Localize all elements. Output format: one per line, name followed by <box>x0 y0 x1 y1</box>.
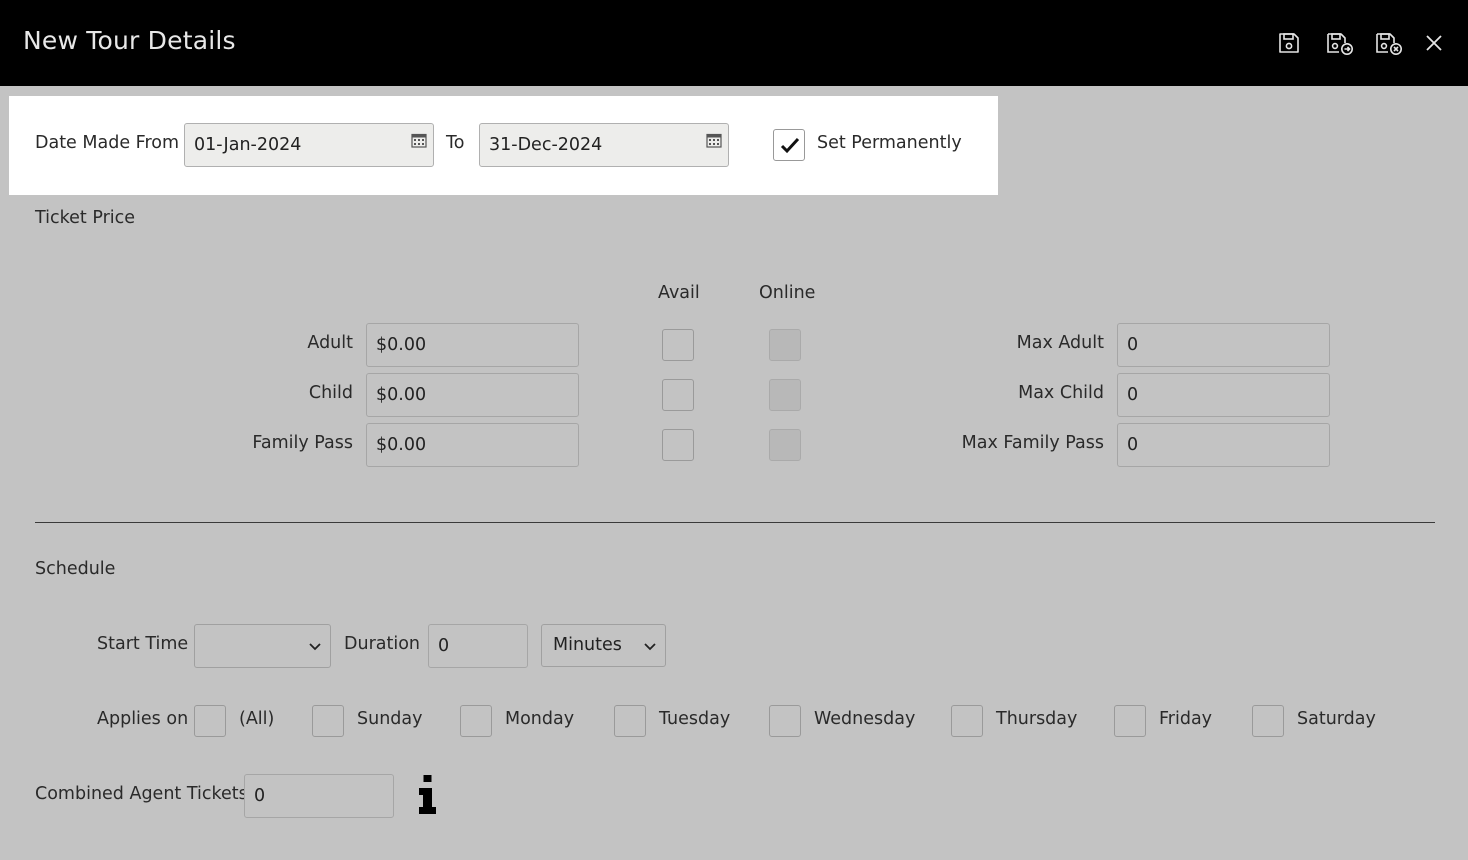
duration-label: Duration <box>344 634 421 654</box>
max-family-pass-input[interactable]: 0 <box>1117 423 1330 467</box>
max-child-label: Max Child <box>1018 383 1104 403</box>
date-to-value: 31-Dec-2024 <box>489 135 603 155</box>
calendar-icon[interactable] <box>411 132 427 148</box>
day-saturday-checkbox[interactable] <box>1252 705 1284 737</box>
day-monday-label: Monday <box>505 709 575 729</box>
adult-label: Adult <box>307 333 353 353</box>
duration-value: 0 <box>438 636 450 656</box>
save-icon[interactable] <box>1274 28 1304 58</box>
family-pass-price-value: $0.00 <box>376 435 427 455</box>
max-family-pass-value: 0 <box>1127 435 1139 455</box>
max-child-value: 0 <box>1127 385 1139 405</box>
checkmark-icon <box>780 137 800 154</box>
duration-input[interactable]: 0 <box>428 624 528 668</box>
max-adult-label: Max Adult <box>1016 333 1104 353</box>
day-saturday-label: Saturday <box>1297 709 1376 729</box>
duration-unit-select[interactable]: Minutes <box>541 624 666 667</box>
set-permanently-label: Set Permanently <box>817 133 962 153</box>
start-time-select[interactable] <box>194 624 331 668</box>
day-friday-checkbox[interactable] <box>1114 705 1146 737</box>
day-monday-checkbox[interactable] <box>460 705 492 737</box>
day-sunday-label: Sunday <box>357 709 423 729</box>
adult-price-input[interactable]: $0.00 <box>366 323 579 367</box>
child-label: Child <box>308 383 353 403</box>
combined-agent-tickets-value: 0 <box>254 786 266 806</box>
family-pass-label: Family Pass <box>252 433 353 453</box>
family-pass-online-checkbox[interactable] <box>769 429 801 461</box>
day-all-checkbox[interactable] <box>194 705 226 737</box>
online-column-header: Online <box>759 283 816 303</box>
max-family-pass-label: Max Family Pass <box>961 433 1104 453</box>
day-thursday-checkbox[interactable] <box>951 705 983 737</box>
day-tuesday-checkbox[interactable] <box>614 705 646 737</box>
day-wednesday-label: Wednesday <box>814 709 916 729</box>
applies-on-label: Applies on <box>97 709 189 729</box>
day-sunday-checkbox[interactable] <box>312 705 344 737</box>
max-child-input[interactable]: 0 <box>1117 373 1330 417</box>
child-price-input[interactable]: $0.00 <box>366 373 579 417</box>
window-title: New Tour Details <box>23 26 236 55</box>
calendar-icon[interactable] <box>706 132 722 148</box>
info-icon[interactable] <box>416 775 440 815</box>
set-permanently-checkbox[interactable] <box>773 129 805 161</box>
duration-unit-value: Minutes <box>553 635 622 655</box>
close-icon[interactable] <box>1419 28 1449 58</box>
day-wednesday-checkbox[interactable] <box>769 705 801 737</box>
combined-agent-tickets-input[interactable]: 0 <box>244 774 394 818</box>
date-made-from-label: Date Made From <box>35 133 180 153</box>
title-bar: New Tour Details <box>0 0 1468 86</box>
ticket-price-heading: Ticket Price <box>35 208 136 228</box>
start-time-label: Start Time <box>97 634 189 654</box>
child-online-checkbox[interactable] <box>769 379 801 411</box>
date-from-value: 01-Jan-2024 <box>194 135 302 155</box>
chevron-down-icon <box>309 643 321 651</box>
adult-avail-checkbox[interactable] <box>662 329 694 361</box>
child-price-value: $0.00 <box>376 385 427 405</box>
adult-price-value: $0.00 <box>376 335 427 355</box>
date-to-input[interactable]: 31-Dec-2024 <box>479 123 729 167</box>
day-all-label: (All) <box>239 709 275 729</box>
section-divider <box>35 522 1435 523</box>
max-adult-value: 0 <box>1127 335 1139 355</box>
family-pass-avail-checkbox[interactable] <box>662 429 694 461</box>
family-pass-price-input[interactable]: $0.00 <box>366 423 579 467</box>
day-thursday-label: Thursday <box>996 709 1078 729</box>
schedule-heading: Schedule <box>35 559 116 579</box>
combined-agent-tickets-label: Combined Agent Tickets <box>35 784 248 804</box>
max-adult-input[interactable]: 0 <box>1117 323 1330 367</box>
child-avail-checkbox[interactable] <box>662 379 694 411</box>
date-to-label: To <box>446 133 465 153</box>
save-and-close-icon[interactable] <box>1374 28 1404 58</box>
date-from-input[interactable]: 01-Jan-2024 <box>184 123 434 167</box>
save-and-new-icon[interactable] <box>1325 28 1355 58</box>
day-tuesday-label: Tuesday <box>659 709 731 729</box>
chevron-down-icon <box>644 643 656 651</box>
adult-online-checkbox[interactable] <box>769 329 801 361</box>
day-friday-label: Friday <box>1159 709 1213 729</box>
avail-column-header: Avail <box>658 283 700 303</box>
